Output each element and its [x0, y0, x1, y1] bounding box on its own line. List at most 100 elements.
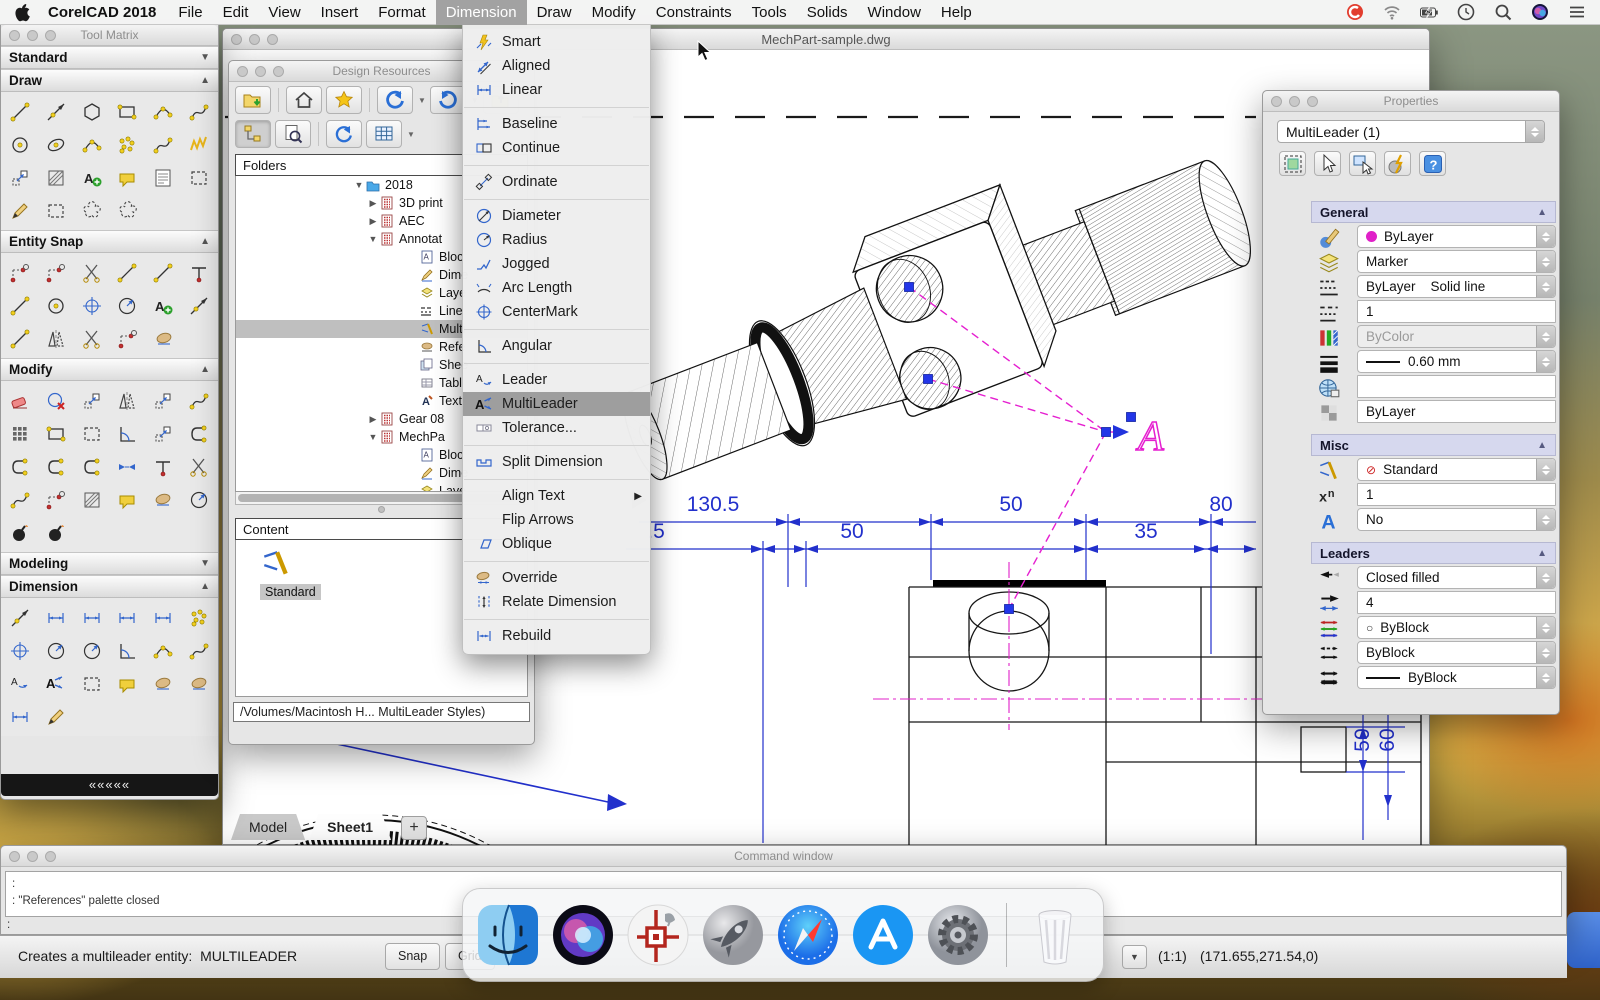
section-header-standard[interactable]: Standard▼: [1, 46, 218, 69]
tool-button[interactable]: [109, 450, 145, 483]
properties-titlebar[interactable]: Properties: [1263, 91, 1559, 112]
section-header-leaders[interactable]: Leaders▲: [1311, 542, 1556, 564]
property-field-arrowsize[interactable]: 4: [1357, 591, 1556, 614]
tool-button[interactable]: [74, 483, 110, 516]
tool-button[interactable]: [2, 700, 38, 733]
section-header-misc[interactable]: Misc▲: [1311, 434, 1556, 456]
tool-button[interactable]: [109, 634, 145, 667]
tool-button[interactable]: [145, 667, 181, 700]
tool-button[interactable]: [181, 256, 217, 289]
menu-item-oblique[interactable]: Oblique: [463, 532, 650, 556]
dock-icon-launchpad[interactable]: [700, 902, 766, 968]
tool-button[interactable]: [2, 384, 38, 417]
menu-help[interactable]: Help: [931, 0, 982, 25]
property-field-mlstyle[interactable]: ⊘Standard: [1357, 458, 1556, 481]
property-field-leaderls[interactable]: ByBlock: [1357, 641, 1556, 664]
menu-edit[interactable]: Edit: [213, 0, 259, 25]
section-header-modify[interactable]: Modify▲: [1, 358, 218, 381]
field-stepper[interactable]: [1536, 509, 1555, 530]
tool-button[interactable]: [145, 450, 181, 483]
field-stepper[interactable]: [1536, 226, 1555, 247]
tool-button[interactable]: [38, 700, 74, 733]
tool-button[interactable]: A: [38, 667, 74, 700]
tool-matrix-titlebar[interactable]: Tool Matrix: [1, 25, 218, 46]
tool-button[interactable]: [38, 161, 74, 194]
menu-item-arc-length[interactable]: Arc Length: [463, 276, 650, 300]
tool-button[interactable]: [2, 161, 38, 194]
folderdl-button[interactable]: [235, 86, 271, 114]
tool-button[interactable]: [2, 194, 38, 227]
tool-button[interactable]: [181, 483, 217, 516]
tab-sheet1[interactable]: Sheet1: [309, 814, 391, 840]
tool-button[interactable]: [145, 384, 181, 417]
tool-button[interactable]: [181, 450, 217, 483]
menu-item-radius[interactable]: Radius: [463, 228, 650, 252]
zoom-icon[interactable]: [267, 34, 278, 45]
apple-menu-icon[interactable]: [14, 3, 32, 22]
select-screen-icon[interactable]: [1349, 151, 1376, 176]
menu-solids[interactable]: Solids: [797, 0, 858, 25]
tool-button[interactable]: [38, 483, 74, 516]
property-field-annotative[interactable]: No: [1357, 508, 1556, 531]
content-item-standard[interactable]: Standard: [260, 584, 321, 600]
chevron-right-icon[interactable]: ▶: [368, 216, 378, 227]
drawing-window-titlebar[interactable]: MechPart-sample.dwg: [223, 29, 1429, 50]
tool-button[interactable]: [74, 417, 110, 450]
tool-button[interactable]: [145, 417, 181, 450]
menu-item-angular[interactable]: Angular: [463, 334, 650, 358]
tool-button[interactable]: [74, 95, 110, 128]
tool-button[interactable]: [109, 667, 145, 700]
menu-item-smart[interactable]: Smart: [463, 30, 650, 54]
list-icon[interactable]: [1567, 3, 1586, 22]
menu-item-jogged[interactable]: Jogged: [463, 252, 650, 276]
iso-part[interactable]: [594, 107, 1269, 514]
dock-icon-trash[interactable]: [1022, 902, 1088, 968]
back-button[interactable]: [377, 86, 413, 114]
minimize-icon[interactable]: [249, 34, 260, 45]
field-stepper[interactable]: [1536, 326, 1555, 347]
tool-button[interactable]: [109, 601, 145, 634]
tool-button[interactable]: [74, 128, 110, 161]
tool-button[interactable]: [145, 256, 181, 289]
section-header-draw[interactable]: Draw▲: [1, 69, 218, 92]
corel-badge-icon[interactable]: [1345, 3, 1364, 22]
chevron-down-icon[interactable]: ▼: [368, 234, 378, 244]
tool-button[interactable]: [74, 194, 110, 227]
tool-button[interactable]: [74, 450, 110, 483]
field-stepper[interactable]: [1536, 459, 1555, 480]
tool-button[interactable]: [38, 417, 74, 450]
tool-button[interactable]: [145, 161, 181, 194]
chevron-right-icon[interactable]: ▶: [368, 198, 378, 209]
menu-item-aligned[interactable]: Aligned: [463, 54, 650, 78]
tool-button[interactable]: [74, 289, 110, 322]
chevron-down-icon[interactable]: ▼: [354, 180, 364, 190]
tool-button[interactable]: [38, 256, 74, 289]
command-prompt[interactable]: :: [7, 919, 10, 931]
tool-button[interactable]: [38, 322, 74, 355]
tool-button[interactable]: [38, 384, 74, 417]
menu-item-flip-arrows[interactable]: Flip Arrows: [463, 508, 650, 532]
property-field-xn[interactable]: 1: [1357, 483, 1556, 506]
tool-button[interactable]: [38, 516, 74, 549]
tool-button[interactable]: [2, 289, 38, 322]
tool-button[interactable]: [38, 95, 74, 128]
tool-button[interactable]: [181, 634, 217, 667]
menu-draw[interactable]: Draw: [527, 0, 582, 25]
dock-icon-app-store[interactable]: [850, 902, 916, 968]
property-field-leaderlw[interactable]: ByBlock: [1357, 666, 1556, 689]
tool-button[interactable]: [38, 128, 74, 161]
tool-button[interactable]: [110, 322, 146, 355]
leader-text[interactable]: A: [1135, 414, 1164, 460]
menu-item-centermark[interactable]: CenterMark: [463, 300, 650, 324]
tool-button[interactable]: [181, 161, 217, 194]
tool-button[interactable]: [146, 322, 182, 355]
quick-select-icon[interactable]: [1384, 151, 1411, 176]
field-stepper[interactable]: [1536, 667, 1555, 688]
tool-button[interactable]: [38, 450, 74, 483]
tool-button[interactable]: [109, 483, 145, 516]
add-sheet-button[interactable]: +: [401, 816, 427, 840]
star-button[interactable]: [326, 86, 362, 114]
tool-button[interactable]: [109, 384, 145, 417]
property-field-linestyle[interactable]: ByLayer Solid line: [1357, 275, 1556, 298]
property-field-color[interactable]: ByLayer: [1357, 225, 1556, 248]
